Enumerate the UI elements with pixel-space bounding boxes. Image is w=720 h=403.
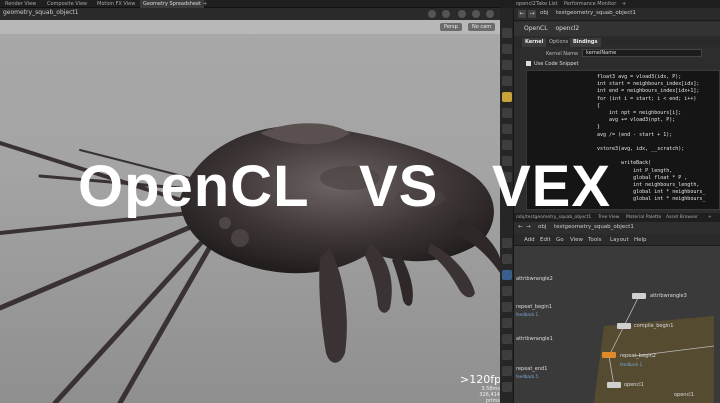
tab-performance-monitor[interactable]: Performance Monitor xyxy=(564,0,616,8)
menu-edit[interactable]: Edit xyxy=(540,237,551,243)
tool-icon[interactable] xyxy=(502,140,512,150)
net-back-icon[interactable]: ← xyxy=(518,224,523,230)
tool-icon[interactable] xyxy=(502,334,512,344)
viewport-path[interactable]: geometry_squab_object1 xyxy=(3,9,79,16)
path-node[interactable]: testgeometry_squab_object1 xyxy=(556,10,636,16)
prim-count: 326,414 prims xyxy=(479,392,500,403)
node-repeat-end1[interactable]: repeat_end1 xyxy=(516,366,547,372)
forward-arrow-icon[interactable]: → xyxy=(528,10,536,18)
back-arrow-icon[interactable]: ← xyxy=(518,10,526,18)
tool-icon[interactable] xyxy=(502,92,512,102)
tab-kernel[interactable]: Kernel xyxy=(522,38,547,47)
tool-icon[interactable] xyxy=(502,270,512,280)
node-repeat-begin2-info: feedback 1 xyxy=(620,362,643,367)
tool-icon[interactable] xyxy=(502,44,512,54)
node-repeat-begin1-info: feedback 1 xyxy=(516,312,539,317)
tool-icon[interactable] xyxy=(502,382,512,392)
settings-icon[interactable] xyxy=(486,10,494,18)
tool-icon[interactable] xyxy=(502,124,512,134)
overlay-title-vex: VEX xyxy=(492,154,612,219)
node-box[interactable] xyxy=(632,293,646,299)
link-icon[interactable] xyxy=(472,10,480,18)
tool-icon[interactable] xyxy=(502,238,512,248)
tool-icon[interactable] xyxy=(502,76,512,86)
view-menu-icon[interactable] xyxy=(458,10,466,18)
node-box[interactable] xyxy=(607,382,621,388)
node-opencl1-b[interactable]: opencl1 xyxy=(674,392,694,398)
param-tabs: Kernel Options Bindings xyxy=(514,37,720,47)
tab-options[interactable]: Options xyxy=(546,38,571,47)
param-path-bar: ← → obj testgeometry_squab_object1 xyxy=(514,8,720,21)
tool-icon[interactable] xyxy=(502,286,512,296)
tool-icon[interactable] xyxy=(502,254,512,264)
node-repeat-begin2[interactable]: repeat_begin2 xyxy=(620,353,656,359)
camera-menu[interactable]: No cam xyxy=(468,23,496,31)
tool-icon[interactable] xyxy=(502,350,512,360)
tool-icon[interactable] xyxy=(502,366,512,376)
net-path-obj[interactable]: obj xyxy=(538,224,546,230)
new-tab-button-right[interactable]: + xyxy=(622,0,626,8)
menu-go[interactable]: Go xyxy=(556,237,564,243)
persp-menu[interactable]: Persp xyxy=(440,23,462,31)
node-attribwrangle1[interactable]: attribwrangle1 xyxy=(516,336,553,342)
tab-motion-fx-view[interactable]: Motion FX View xyxy=(94,0,138,8)
node-type-name: OpenCL opencl2 xyxy=(524,25,579,32)
tool-icon[interactable] xyxy=(502,318,512,328)
use-code-snippet-label: Use Code Snippet xyxy=(534,61,579,67)
tab-material-palette[interactable]: Material Palette xyxy=(626,213,661,222)
tab-opencl2[interactable]: opencl2 xyxy=(516,0,536,8)
node-type: OpenCL xyxy=(524,25,548,32)
node-attribwrangle3[interactable]: attribwrangle3 xyxy=(650,293,687,299)
render-stats: 3.58ms 326,414 prims xyxy=(470,386,500,403)
viewport-header: geometry_squab_object1 xyxy=(0,8,500,20)
node-header: OpenCL opencl2 xyxy=(514,22,720,36)
menu-add[interactable]: Add xyxy=(524,237,535,243)
overlay-title-opencl: OpenCL xyxy=(78,154,310,219)
viewport-camera-bar: Persp No cam xyxy=(0,20,500,34)
node-box[interactable] xyxy=(617,323,631,329)
tab-bindings[interactable]: Bindings xyxy=(570,38,601,47)
tool-icon[interactable] xyxy=(502,60,512,70)
overlay-title-vs: VS xyxy=(359,154,439,219)
use-code-snippet-toggle[interactable]: Use Code Snippet xyxy=(526,61,578,67)
tool-icon[interactable] xyxy=(502,302,512,312)
node-opencl1[interactable]: opencl1 xyxy=(624,382,644,388)
node-compile-begin1[interactable]: compile_begin1 xyxy=(634,323,673,329)
node-repeat-end1-info: feedback 5 xyxy=(516,374,539,379)
node-attribwrangle2[interactable]: attribwrangle2 xyxy=(516,276,553,282)
path-obj[interactable]: obj xyxy=(540,10,548,16)
tab-geometry-spreadsheet[interactable]: Geometry Spreadsheet xyxy=(140,0,205,8)
net-path-node[interactable]: testgeometry_squab_object1 xyxy=(554,224,634,230)
net-forward-icon[interactable]: → xyxy=(526,224,531,230)
tab-take-list[interactable]: Take List xyxy=(536,0,557,8)
kernel-name-field[interactable]: kernelName xyxy=(582,49,702,57)
new-tab-button[interactable]: + xyxy=(200,0,210,8)
menu-layout[interactable]: Layout xyxy=(610,237,629,243)
network-editor[interactable]: attribwrangle2 repeat_begin1 feedback 1 … xyxy=(514,246,720,403)
node-repeat-begin1[interactable]: repeat_begin1 xyxy=(516,304,552,310)
snapshot-icon[interactable] xyxy=(442,10,450,18)
tab-asset-browser[interactable]: Asset Browser xyxy=(666,213,698,222)
menu-tools[interactable]: Tools xyxy=(588,237,602,243)
display-options-icon[interactable] xyxy=(428,10,436,18)
network-path-bar: ← → obj testgeometry_squab_object1 xyxy=(514,222,720,233)
tool-icon[interactable] xyxy=(502,108,512,118)
tab-composite-view[interactable]: Composite View xyxy=(44,0,90,8)
menu-help[interactable]: Help xyxy=(634,237,647,243)
checkbox-icon[interactable] xyxy=(526,61,531,66)
node-box[interactable] xyxy=(602,352,616,358)
network-menu-bar: Add Edit Go View Tools Layout Help xyxy=(514,234,720,246)
right-tab-bar: opencl2 Take List Performance Monitor + xyxy=(500,0,720,8)
kernel-name-label: Kernel Name xyxy=(546,51,579,57)
menu-view[interactable]: View xyxy=(570,237,583,243)
tab-render-view[interactable]: Render View xyxy=(2,0,39,8)
tool-icon[interactable] xyxy=(502,28,512,38)
new-tab-button-net[interactable]: + xyxy=(708,213,712,222)
fps-counter: >120fps xyxy=(460,373,500,386)
node-name[interactable]: opencl2 xyxy=(555,25,579,32)
